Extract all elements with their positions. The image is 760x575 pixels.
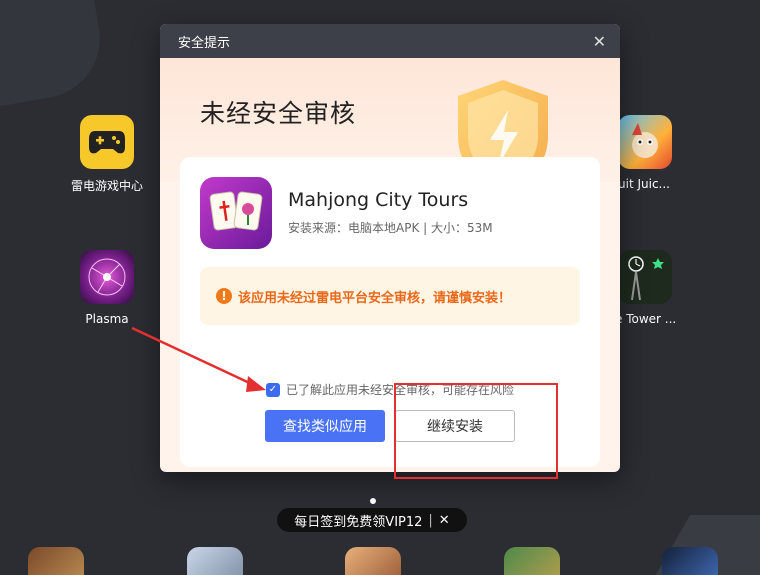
- promo-text[interactable]: 每日签到免费领VIP12: [294, 511, 422, 530]
- promo-separator: |: [428, 512, 433, 528]
- warning-banner: ! 该应用未经过雷电平台安全审核，请谨慎安装！: [200, 267, 580, 325]
- desktop-icon-plasma[interactable]: Plasma: [67, 250, 147, 326]
- app-info-card: Mahjong City Tours 安装来源：电脑本地APK | 大小：53M…: [180, 157, 600, 467]
- desktop-icon-game-center[interactable]: 雷电游戏中心: [67, 115, 147, 194]
- dock-app-icon[interactable]: [504, 547, 560, 575]
- app-source-size: 安装来源：电脑本地APK | 大小：53M: [288, 221, 493, 235]
- security-alert-dialog: 安全提示 ✕ 未经安全审核 Mahjong City Tours 安装来源：电脑…: [160, 24, 620, 472]
- consent-checkbox[interactable]: ✓: [266, 382, 280, 397]
- close-icon[interactable]: ✕: [593, 32, 606, 51]
- warning-text: 该应用未经过雷电平台安全审核，请谨慎安装！: [238, 290, 512, 306]
- app-name: Mahjong City Tours: [288, 189, 469, 211]
- background-shape: [0, 0, 110, 112]
- hero-title: 未经安全审核: [200, 99, 357, 128]
- dock-app-icon[interactable]: [187, 547, 243, 575]
- desktop-icon-label: Plasma: [85, 312, 129, 326]
- dock-app-icon[interactable]: [345, 547, 401, 575]
- page-indicator: [370, 498, 376, 504]
- close-icon[interactable]: ✕: [439, 513, 450, 528]
- continue-install-button[interactable]: 继续安装: [395, 410, 515, 442]
- dock-app-icon[interactable]: [28, 547, 84, 575]
- game-icon: [618, 250, 672, 304]
- dock-app-icon[interactable]: [662, 547, 718, 575]
- mahjong-app-icon: [200, 177, 272, 249]
- vip-promo-pill[interactable]: 每日签到免费领VIP12 | ✕: [277, 508, 467, 532]
- gamepad-icon: [80, 115, 134, 169]
- risk-consent[interactable]: ✓ 已了解此应用未经安全审核，可能存在风险: [266, 381, 514, 398]
- game-icon: [618, 115, 672, 169]
- plasma-ball-icon: [80, 250, 134, 304]
- warning-icon: !: [216, 288, 232, 304]
- dialog-title: 安全提示: [178, 35, 231, 51]
- consent-label[interactable]: 已了解此应用未经安全审核，可能存在风险: [286, 381, 514, 398]
- dialog-titlebar: 安全提示 ✕: [160, 24, 620, 58]
- desktop-icon-label: 雷电游戏中心: [70, 179, 143, 193]
- find-similar-apps-button[interactable]: 查找类似应用: [265, 410, 385, 442]
